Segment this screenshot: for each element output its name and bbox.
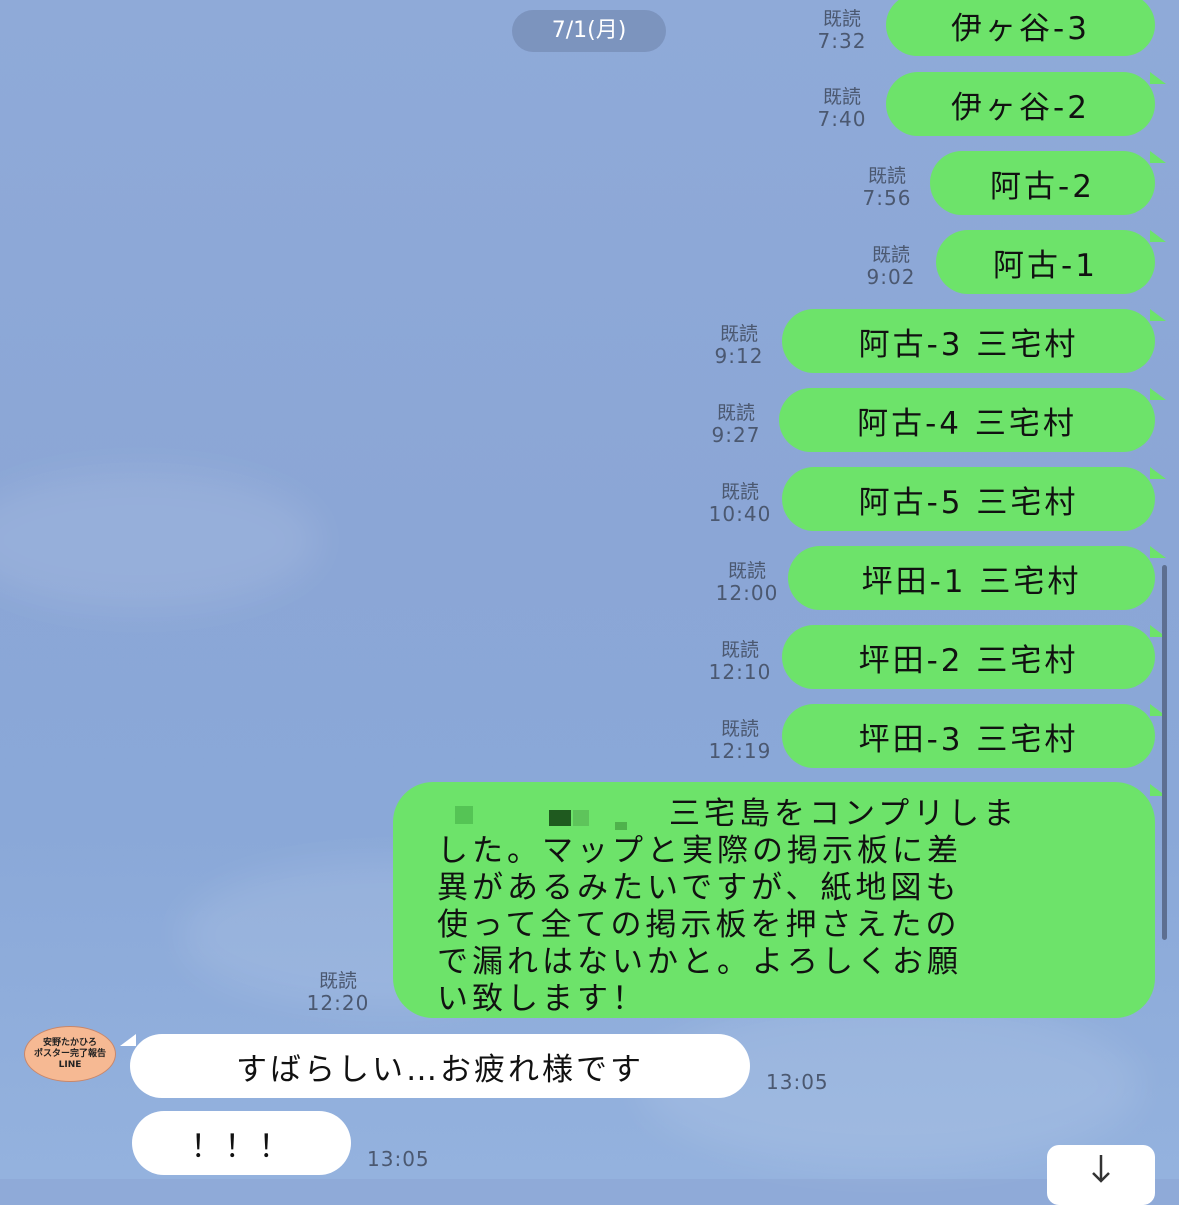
sent-message[interactable]: 坪田-3 三宅村 xyxy=(782,704,1155,768)
date-separator: 7/1(月) xyxy=(512,10,666,52)
message-time: 9:02 xyxy=(866,265,916,289)
avatar-text: ポスター完了報告 xyxy=(33,1048,106,1059)
sent-message[interactable]: 伊ヶ谷-2 xyxy=(886,72,1155,136)
read-receipt: 既読 xyxy=(822,8,861,30)
message-line: した。マップと実際の掲示板に差 xyxy=(437,833,962,869)
received-message[interactable]: すばらしい…お疲れ様です xyxy=(130,1034,750,1098)
message-meta: 既読 12:19 xyxy=(690,718,790,762)
read-receipt: 既読 xyxy=(318,970,357,992)
bubble-tail xyxy=(1150,467,1166,479)
sent-message[interactable]: 阿古-4 三宅村 xyxy=(779,388,1155,452)
read-receipt: 既読 xyxy=(727,560,766,582)
message-time: 10:40 xyxy=(708,502,772,526)
redacted-block xyxy=(573,810,589,826)
message-time: 12:20 xyxy=(306,991,370,1015)
message-line: で漏れはないかと。よろしくお願 xyxy=(437,944,962,980)
read-receipt: 既読 xyxy=(719,323,758,345)
scroll-to-bottom-button[interactable] xyxy=(1047,1145,1155,1205)
sent-message-long[interactable]: 三宅島をコンプリしま した。マップと実際の掲示板に差 異があるみたいですが、紙地… xyxy=(393,782,1155,1018)
message-time: 7:56 xyxy=(862,186,912,210)
message-time: 13:05 xyxy=(766,1070,829,1094)
message-time: 12:19 xyxy=(708,739,772,763)
message-meta: 既読 9:12 xyxy=(702,323,776,367)
read-receipt: 既読 xyxy=(720,639,759,661)
message-time: 7:40 xyxy=(817,107,867,131)
avatar-text: LINE xyxy=(58,1059,82,1070)
message-line: 異があるみたいですが、紙地図も xyxy=(437,870,961,906)
message-time: 12:00 xyxy=(715,581,779,605)
message-time: 12:10 xyxy=(708,660,772,684)
arrow-down-icon xyxy=(1090,1153,1112,1190)
sent-message[interactable]: 阿古-3 三宅村 xyxy=(782,309,1155,373)
message-meta: 既読 7:40 xyxy=(805,86,879,130)
redacted-block xyxy=(549,810,571,826)
message-meta: 既読 9:02 xyxy=(854,244,928,288)
bubble-tail xyxy=(1150,230,1166,242)
message-time: 9:27 xyxy=(711,423,761,447)
message-line: 使って全ての掲示板を押さえたの xyxy=(437,907,961,943)
bubble-tail xyxy=(1150,72,1166,84)
sent-message[interactable]: 阿古-2 xyxy=(930,151,1155,215)
message-meta: 既読 10:40 xyxy=(690,481,790,525)
read-receipt: 既読 xyxy=(720,718,759,740)
received-message[interactable]: ！！！ xyxy=(132,1111,351,1175)
read-receipt: 既読 xyxy=(822,86,861,108)
scrollbar[interactable] xyxy=(1162,565,1167,940)
bubble-tail xyxy=(1150,309,1166,321)
message-time: 7:32 xyxy=(817,29,867,53)
message-meta: 既読 7:32 xyxy=(805,8,879,52)
bubble-tail xyxy=(120,1034,136,1046)
sent-message[interactable]: 阿古-5 三宅村 xyxy=(782,467,1155,531)
message-meta: 既読 12:20 xyxy=(296,970,380,1014)
message-time: 13:05 xyxy=(367,1147,430,1171)
bubble-tail xyxy=(1150,151,1166,163)
message-meta: 既読 12:10 xyxy=(690,639,790,683)
message-meta: 既読 12:00 xyxy=(697,560,797,604)
background-cloud xyxy=(0,470,320,610)
sent-message[interactable]: 坪田-1 三宅村 xyxy=(788,546,1155,610)
message-meta: 既読 7:56 xyxy=(850,165,924,209)
read-receipt: 既読 xyxy=(720,481,759,503)
bubble-tail xyxy=(1150,388,1166,400)
message-line: い致します！ xyxy=(437,981,647,1017)
message-line: 三宅島をコンプリしま xyxy=(437,796,1125,833)
avatar[interactable]: 安野たかひろ ポスター完了報告 LINE xyxy=(24,1026,116,1082)
read-receipt: 既読 xyxy=(716,402,755,424)
redacted-block xyxy=(455,806,473,824)
bubble-tail xyxy=(1150,546,1166,558)
read-receipt: 既読 xyxy=(867,165,906,187)
avatar-text: 安野たかひろ xyxy=(42,1037,97,1048)
message-meta: 既読 9:27 xyxy=(699,402,773,446)
redacted-block xyxy=(615,822,627,830)
sent-message[interactable]: 伊ヶ谷-3 xyxy=(886,0,1155,56)
message-time: 9:12 xyxy=(714,344,764,368)
sent-message[interactable]: 阿古-1 xyxy=(936,230,1155,294)
sent-message[interactable]: 坪田-2 三宅村 xyxy=(782,625,1155,689)
read-receipt: 既読 xyxy=(871,244,910,266)
